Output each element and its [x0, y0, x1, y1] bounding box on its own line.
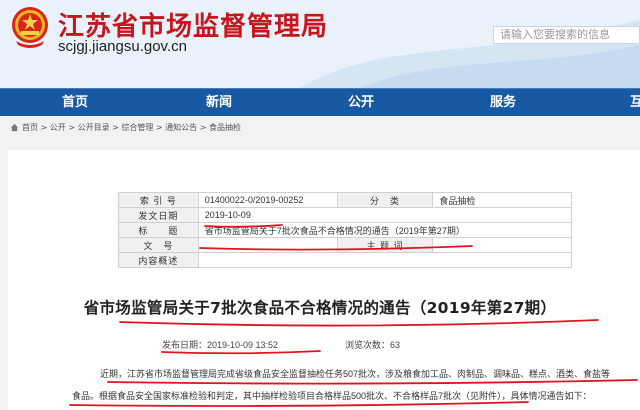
summary-label: 内容概述: [118, 252, 199, 268]
site-header: 江苏省市场监督管理局 scjgj.jiangsu.gov.cn 请输入您要搜索的…: [0, 0, 640, 88]
date-label: 发文日期: [118, 207, 199, 223]
publish-time: 发布日期：2019-10-09 13:52: [162, 340, 279, 350]
national-emblem-icon: [12, 7, 48, 48]
keywords-value: [432, 237, 572, 253]
article-body-line: 食品。根据食品安全国家标准检验和判定，其中抽样检验项目合格样品500批次、不合格…: [72, 391, 592, 401]
summary-value: [197, 252, 573, 268]
article-title: 省市场监管局关于7批次食品不合格情况的通告（2019年第27期）: [83, 299, 557, 317]
date-value: 2019-10-09: [197, 207, 573, 223]
subject-value: 省市场监管局关于7批次食品不合格情况的通告（2019年第27期）: [197, 222, 573, 238]
article-body-line: 近期，江苏省市场监督管理局完成省级食品安全监督抽检任务507批次，涉及粮食加工品…: [100, 369, 611, 379]
nav-item-home[interactable]: 首页: [62, 89, 88, 117]
docno-label: 文 号: [118, 237, 199, 253]
breadcrumb: 首页 > 公开 > 公开目录 > 综合管理 > 通知公告 > 食品抽检: [10, 122, 241, 133]
nav-item-interaction[interactable]: 互: [630, 89, 640, 117]
nav-item-public[interactable]: 公开: [348, 89, 374, 117]
view-count: 浏览次数：63: [345, 340, 401, 350]
document-meta-table: 索 引 号 01400022-0/2019-00252 分 类 食品抽检 发文日…: [118, 192, 573, 268]
docno-value: [197, 237, 338, 253]
search-input[interactable]: 请输入您要搜索的信息: [493, 26, 640, 44]
category-label: 分 类: [336, 192, 434, 208]
main-nav: 首页 新闻 公开 服务 互: [0, 88, 640, 116]
nav-item-service[interactable]: 服务: [490, 89, 516, 117]
subject-label: 标 题: [118, 222, 199, 238]
index-label: 索 引 号: [118, 192, 199, 208]
category-value: 食品抽检: [432, 192, 572, 208]
breadcrumb-text[interactable]: 首页 > 公开 > 公开目录 > 综合管理 > 通知公告 > 食品抽检: [22, 122, 241, 133]
index-value: 01400022-0/2019-00252: [197, 192, 338, 208]
site-url: scjgj.jiangsu.gov.cn: [58, 38, 187, 55]
nav-item-news[interactable]: 新闻: [206, 89, 232, 117]
keywords-label: 主 题 词: [336, 237, 434, 253]
home-icon: [10, 123, 19, 132]
